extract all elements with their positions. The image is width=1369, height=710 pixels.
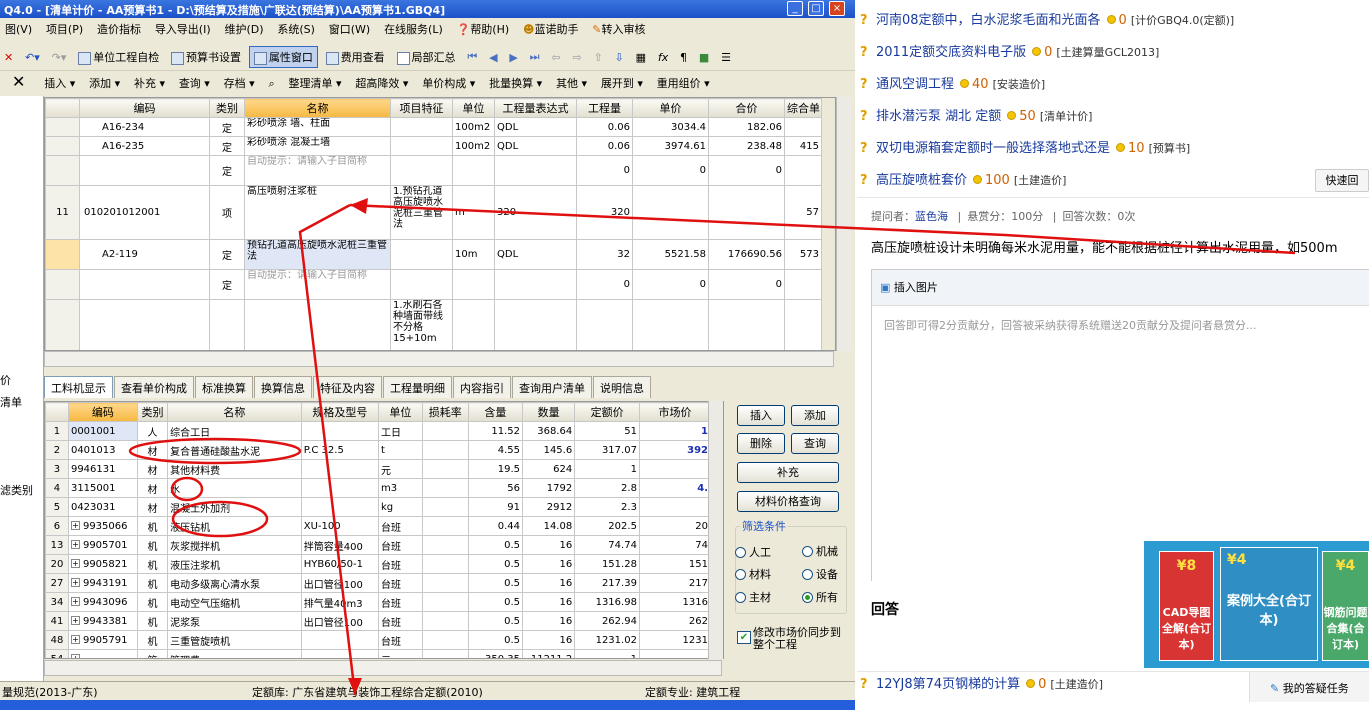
annotation-circle-water [170,476,204,502]
annotation-arrowhead [348,678,362,695]
annotation-arrow-down [298,203,357,696]
annotation-circle-cement [128,437,302,465]
annotation-arrow-to-item [349,203,1296,255]
annotation-circle-admixture [171,500,269,538]
annotation-overlay [128,198,1296,696]
annotation-arrowhead [350,198,368,214]
